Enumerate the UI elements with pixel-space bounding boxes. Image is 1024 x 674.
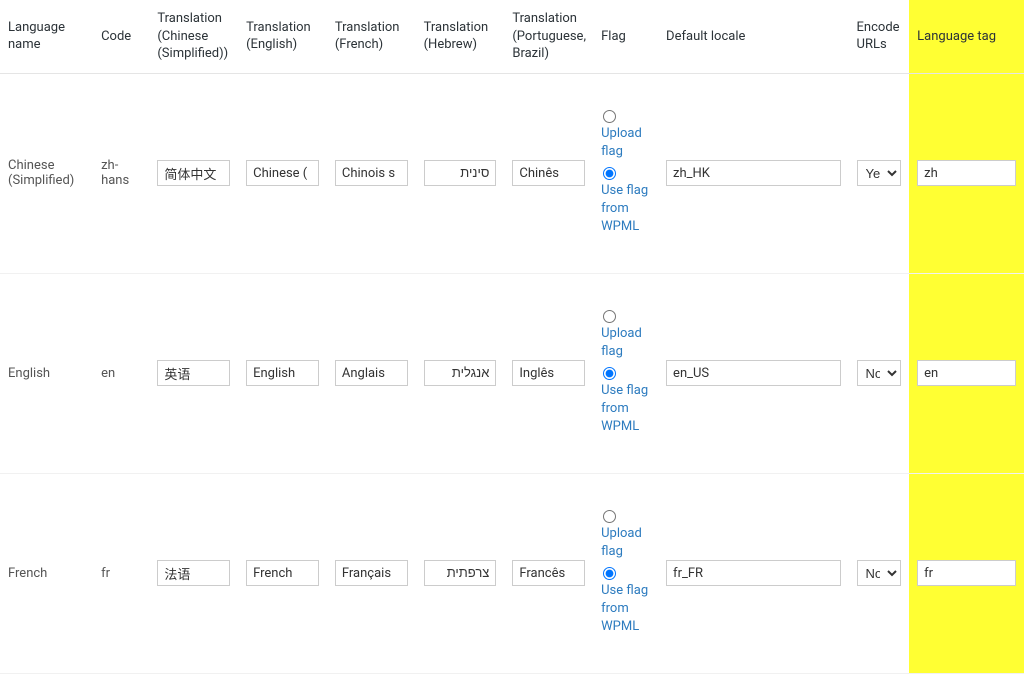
col-header-language-tag: Language tag bbox=[909, 0, 1024, 73]
translation-cell bbox=[149, 473, 238, 673]
language-tag-input[interactable] bbox=[917, 560, 1016, 586]
flag-radio-upload-label: Upload flag bbox=[601, 325, 650, 361]
language-code-cell: en bbox=[93, 273, 149, 473]
locale-cell bbox=[658, 73, 849, 273]
table-row: Frenchfr Upload flag Use flag from WPML Yes… bbox=[0, 473, 1024, 673]
translation-cell bbox=[504, 273, 593, 473]
translation-cell bbox=[238, 273, 327, 473]
flag-radio-wpml[interactable] bbox=[603, 367, 616, 380]
language-tag-cell bbox=[909, 73, 1024, 273]
language-tag-cell bbox=[909, 473, 1024, 673]
translation-cell bbox=[504, 73, 593, 273]
translation-cell bbox=[238, 473, 327, 673]
col-header-translation-he: Translation (Hebrew) bbox=[416, 0, 505, 73]
col-header-flag: Flag bbox=[593, 0, 658, 73]
translation-cell bbox=[327, 73, 416, 273]
flag-option-wpml[interactable]: Use flag from WPML bbox=[601, 367, 650, 437]
col-header-name: Language name bbox=[0, 0, 93, 73]
flag-radio-wpml[interactable] bbox=[603, 167, 616, 180]
default-locale-input[interactable] bbox=[666, 360, 841, 386]
translation-fr-input[interactable] bbox=[335, 160, 408, 186]
flag-option-wpml[interactable]: Use flag from WPML bbox=[601, 567, 650, 637]
locale-cell bbox=[658, 273, 849, 473]
default-locale-input[interactable] bbox=[666, 160, 841, 186]
col-header-translation-en: Translation (English) bbox=[238, 0, 327, 73]
translation-zh-input[interactable] bbox=[157, 160, 230, 186]
encode-cell: YesNo bbox=[849, 473, 910, 673]
translation-cell bbox=[416, 273, 505, 473]
encode-cell: YesNo bbox=[849, 273, 910, 473]
translation-he-input[interactable] bbox=[424, 360, 497, 386]
encode-cell: YesNo bbox=[849, 73, 910, 273]
language-tag-input[interactable] bbox=[917, 160, 1016, 186]
translation-pt-input[interactable] bbox=[512, 560, 585, 586]
flag-radio-upload[interactable] bbox=[603, 310, 616, 323]
translation-fr-input[interactable] bbox=[335, 360, 408, 386]
translation-cell bbox=[416, 473, 505, 673]
translation-zh-input[interactable] bbox=[157, 560, 230, 586]
flag-radio-wpml[interactable] bbox=[603, 567, 616, 580]
translation-cell bbox=[149, 273, 238, 473]
flag-radio-wpml-label: Use flag from WPML bbox=[601, 382, 650, 437]
translation-cell bbox=[149, 73, 238, 273]
translation-cell bbox=[327, 473, 416, 673]
language-code-cell: zh-hans bbox=[93, 73, 149, 273]
col-header-translation-fr: Translation (French) bbox=[327, 0, 416, 73]
language-name-cell: English bbox=[0, 273, 93, 473]
translation-he-input[interactable] bbox=[424, 160, 497, 186]
translation-pt-input[interactable] bbox=[512, 160, 585, 186]
flag-cell: Upload flag Use flag from WPML bbox=[593, 473, 658, 673]
flag-option-upload[interactable]: Upload flag bbox=[601, 110, 650, 161]
col-header-translation-zh: Translation (Chinese (Simplified)) bbox=[149, 0, 238, 73]
table-row: Chinese (Simplified)zh-hans Upload flag Us… bbox=[0, 73, 1024, 273]
translation-cell bbox=[416, 73, 505, 273]
encode-urls-select[interactable]: YesNo bbox=[857, 560, 902, 586]
languages-table: Language name Code Translation (Chinese … bbox=[0, 0, 1024, 674]
language-tag-cell bbox=[909, 273, 1024, 473]
language-tag-input[interactable] bbox=[917, 360, 1016, 386]
col-header-code: Code bbox=[93, 0, 149, 73]
flag-radio-upload[interactable] bbox=[603, 510, 616, 523]
encode-urls-select[interactable]: YesNo bbox=[857, 160, 902, 186]
flag-cell: Upload flag Use flag from WPML bbox=[593, 73, 658, 273]
flag-radio-wpml-label: Use flag from WPML bbox=[601, 582, 650, 637]
language-name-cell: Chinese (Simplified) bbox=[0, 73, 93, 273]
locale-cell bbox=[658, 473, 849, 673]
flag-option-upload[interactable]: Upload flag bbox=[601, 310, 650, 361]
flag-cell: Upload flag Use flag from WPML bbox=[593, 273, 658, 473]
translation-en-input[interactable] bbox=[246, 160, 319, 186]
language-name-cell: French bbox=[0, 473, 93, 673]
translation-en-input[interactable] bbox=[246, 360, 319, 386]
translation-cell bbox=[238, 73, 327, 273]
flag-option-wpml[interactable]: Use flag from WPML bbox=[601, 167, 650, 237]
translation-cell bbox=[504, 473, 593, 673]
table-row: Englishen Upload flag Use flag from WPML Ye… bbox=[0, 273, 1024, 473]
translation-cell bbox=[327, 273, 416, 473]
flag-radio-upload-label: Upload flag bbox=[601, 125, 650, 161]
translation-en-input[interactable] bbox=[246, 560, 319, 586]
default-locale-input[interactable] bbox=[666, 560, 841, 586]
translation-fr-input[interactable] bbox=[335, 560, 408, 586]
flag-radio-wpml-label: Use flag from WPML bbox=[601, 182, 650, 237]
col-header-translation-pt: Translation (Portuguese, Brazil) bbox=[504, 0, 593, 73]
flag-radio-upload[interactable] bbox=[603, 110, 616, 123]
encode-urls-select[interactable]: YesNo bbox=[857, 360, 902, 386]
translation-zh-input[interactable] bbox=[157, 360, 230, 386]
flag-option-upload[interactable]: Upload flag bbox=[601, 510, 650, 561]
col-header-locale: Default locale bbox=[658, 0, 849, 73]
col-header-encode-urls: Encode URLs bbox=[849, 0, 910, 73]
translation-he-input[interactable] bbox=[424, 560, 497, 586]
language-code-cell: fr bbox=[93, 473, 149, 673]
translation-pt-input[interactable] bbox=[512, 360, 585, 386]
flag-radio-upload-label: Upload flag bbox=[601, 525, 650, 561]
